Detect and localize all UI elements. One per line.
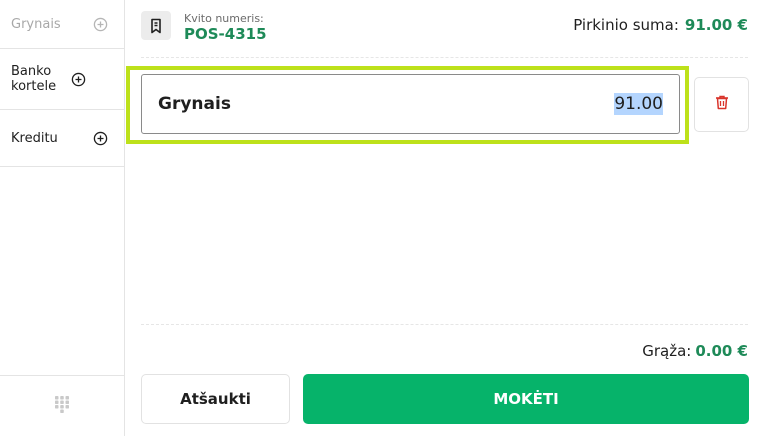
purchase-total-value: 91.00 € (684, 16, 748, 34)
sidebar-item-label: Kreditu (11, 130, 58, 146)
keypad-icon (54, 395, 70, 417)
sidebar-item-label: Banko kortele (11, 64, 57, 94)
plus-circle-icon (93, 131, 108, 146)
change-label: Grąža: (642, 342, 692, 360)
trash-icon (715, 95, 729, 114)
payment-method-name: Grynais (158, 94, 231, 114)
plus-circle-icon (93, 17, 108, 32)
sidebar-item-kreditu[interactable]: Kreditu (0, 110, 124, 167)
payment-line[interactable]: Grynais 91.00 (141, 74, 680, 134)
payment-methods-sidebar: Grynais Banko kortele Kreditu (0, 0, 125, 436)
divider (141, 57, 748, 58)
plus-circle-icon (71, 72, 86, 87)
receipt-number: POS-4315 (184, 25, 267, 43)
pay-button[interactable]: MOKĖTI (303, 374, 749, 424)
bookmark-icon (141, 11, 171, 40)
change-value: 0.00 € (695, 342, 748, 360)
sidebar-item-grynais[interactable]: Grynais (0, 0, 124, 49)
delete-payment-button[interactable] (694, 77, 749, 132)
keypad-button[interactable] (0, 375, 124, 436)
sidebar-item-banko-kortele[interactable]: Banko kortele (0, 49, 124, 110)
divider (141, 324, 748, 325)
receipt-number-label: Kvito numeris: (184, 12, 264, 25)
cancel-button[interactable]: Atšaukti (141, 374, 290, 424)
purchase-total-label: Pirkinio suma: (573, 16, 679, 34)
sidebar-item-label: Grynais (11, 16, 61, 32)
purchase-total: Pirkinio suma: 91.00 € (573, 16, 748, 34)
payment-amount-input[interactable]: 91.00 (614, 93, 663, 115)
change-amount: Grąža: 0.00 € (642, 342, 748, 360)
